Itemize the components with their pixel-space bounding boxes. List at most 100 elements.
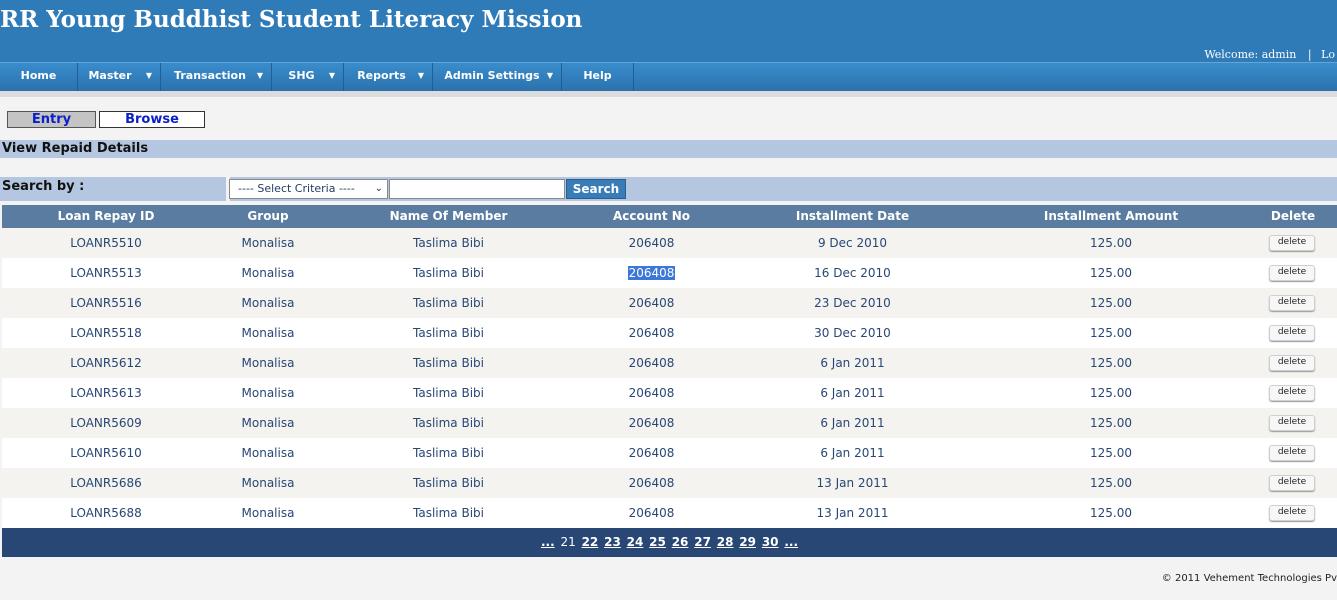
delete-button[interactable]: delete (1269, 385, 1315, 401)
cell-date: 13 Jan 2011 (816, 476, 889, 490)
cell-date: 30 Dec 2010 (814, 326, 891, 340)
table-body: LOANR5510 Monalisa Taslima Bibi 206408 9 Dec… (2, 228, 1337, 528)
pager-page[interactable]: 25 (649, 535, 666, 549)
cell-repay-id: LOANR5686 (70, 476, 142, 490)
delete-button[interactable]: delete (1269, 355, 1315, 371)
nav-transaction-label: Transaction (174, 69, 246, 82)
cell-amount: 125.00 (1090, 266, 1132, 280)
delete-button[interactable]: delete (1269, 445, 1315, 461)
delete-button[interactable]: delete (1269, 475, 1315, 491)
cell-account: 206408 (628, 386, 675, 400)
delete-button[interactable]: delete (1269, 295, 1315, 311)
nav-shadow (0, 91, 1337, 97)
pager-next[interactable]: ... (784, 535, 798, 549)
table-row: LOANR5516 Monalisa Taslima Bibi 206408 23 De… (2, 288, 1337, 318)
delete-button[interactable]: delete (1269, 265, 1315, 281)
pager-page[interactable]: 23 (604, 535, 621, 549)
search-bar: Search by : ---- Select Criteria ---- ⌄ … (0, 177, 1337, 201)
nav-transaction[interactable]: Transaction ▼ (161, 63, 272, 91)
cell-delete: delete (1249, 228, 1337, 258)
cell-repay-id: LOANR5518 (70, 326, 142, 340)
pager-page[interactable]: 22 (582, 535, 599, 549)
cell-delete: delete (1249, 348, 1337, 378)
cell-account: 206408 (628, 446, 675, 460)
pagination: ... 21 22 23 24 25 26 27 28 29 30 ... (2, 528, 1337, 557)
cell-amount: 125.00 (1090, 386, 1132, 400)
criteria-selected-value: ---- Select Criteria ---- (238, 182, 355, 195)
app-header: RR Young Buddhist Student Literacy Missi… (0, 0, 1337, 62)
cell-group: Monalisa (241, 476, 295, 490)
pager-page[interactable]: 29 (739, 535, 756, 549)
pager-page[interactable]: 30 (762, 535, 779, 549)
tab-browse[interactable]: Browse (99, 111, 205, 128)
delete-button[interactable]: delete (1269, 325, 1315, 341)
table-row: LOANR5610 Monalisa Taslima Bibi 206408 6 Jan… (2, 438, 1337, 468)
pager-page[interactable]: 27 (694, 535, 711, 549)
nav-help[interactable]: Help (562, 63, 634, 91)
chevron-down-icon: ▼ (145, 71, 152, 80)
cell-date: 6 Jan 2011 (820, 356, 885, 370)
tab-entry[interactable]: Entry (7, 111, 96, 128)
repaid-table: Loan Repay ID Group Name Of Member Accou… (2, 205, 1337, 557)
criteria-select[interactable]: ---- Select Criteria ---- ⌄ (229, 179, 388, 199)
cell-repay-id: LOANR5510 (70, 236, 142, 250)
cell-amount: 125.00 (1090, 476, 1132, 490)
cell-delete: delete (1249, 318, 1337, 348)
cell-delete: delete (1249, 288, 1337, 318)
cell-date: 6 Jan 2011 (820, 446, 885, 460)
cell-amount: 125.00 (1090, 446, 1132, 460)
nav-master[interactable]: Master ▼ (78, 63, 161, 91)
cell-date: 6 Jan 2011 (820, 386, 885, 400)
cell-delete: delete (1249, 378, 1337, 408)
pager-page[interactable]: 28 (717, 535, 734, 549)
cell-group: Monalisa (241, 236, 295, 250)
cell-member: Taslima Bibi (413, 506, 484, 520)
selected-text: 206408 (627, 266, 676, 280)
chevron-down-icon: ▼ (256, 71, 263, 80)
pager-page[interactable]: 24 (627, 535, 644, 549)
cell-date: 9 Dec 2010 (817, 236, 888, 250)
nav-admin-settings-label: Admin Settings (444, 69, 540, 82)
table-row: LOANR5613 Monalisa Taslima Bibi 206408 6 Jan… (2, 378, 1337, 408)
column-header: Installment Date (795, 209, 910, 223)
delete-button[interactable]: delete (1269, 415, 1315, 431)
welcome-text: Welcome: admin (1204, 48, 1297, 61)
table-row: LOANR5510 Monalisa Taslima Bibi 206408 9 Dec… (2, 228, 1337, 258)
cell-account: 206408 (628, 326, 675, 340)
cell-delete: delete (1249, 438, 1337, 468)
nav-master-label: Master (88, 69, 132, 82)
cell-delete: delete (1249, 468, 1337, 498)
nav-admin-settings[interactable]: Admin Settings ▼ (433, 63, 562, 91)
cell-delete: delete (1249, 258, 1337, 288)
cell-member: Taslima Bibi (413, 296, 484, 310)
footer-copyright: © 2011 Vehement Technologies Pv (1161, 573, 1337, 584)
nav-reports[interactable]: Reports ▼ (344, 63, 433, 91)
nav-shg-label: SHG (288, 69, 315, 82)
column-header: Name Of Member (389, 209, 508, 223)
logout-link[interactable]: Lo (1321, 48, 1335, 61)
delete-button[interactable]: delete (1269, 235, 1315, 251)
cell-amount: 125.00 (1090, 326, 1132, 340)
cell-member: Taslima Bibi (413, 266, 484, 280)
cell-group: Monalisa (241, 326, 295, 340)
welcome-bar: Welcome: admin | Lo (1204, 48, 1337, 61)
delete-button[interactable]: delete (1269, 505, 1315, 521)
cell-amount: 125.00 (1090, 356, 1132, 370)
chevron-down-icon: ⌄ (374, 183, 383, 194)
pager-page[interactable]: 26 (672, 535, 689, 549)
pager-prev[interactable]: ... (541, 535, 555, 549)
table-row: LOANR5518 Monalisa Taslima Bibi 206408 30 De… (2, 318, 1337, 348)
cell-member: Taslima Bibi (413, 416, 484, 430)
cell-repay-id: LOANR5613 (70, 386, 142, 400)
cell-repay-id: LOANR5513 (70, 266, 142, 280)
nav-home[interactable]: Home (0, 63, 78, 91)
cell-group: Monalisa (241, 386, 295, 400)
column-header: Account No (612, 209, 691, 223)
welcome-separator: | (1307, 48, 1312, 61)
cell-repay-id: LOANR5609 (70, 416, 142, 430)
table-row: LOANR5609 Monalisa Taslima Bibi 206408 6 Jan… (2, 408, 1337, 438)
search-button[interactable]: Search (566, 179, 626, 199)
search-input[interactable] (389, 179, 565, 199)
cell-date: 16 Dec 2010 (814, 266, 891, 280)
nav-shg[interactable]: SHG ▼ (272, 63, 344, 91)
